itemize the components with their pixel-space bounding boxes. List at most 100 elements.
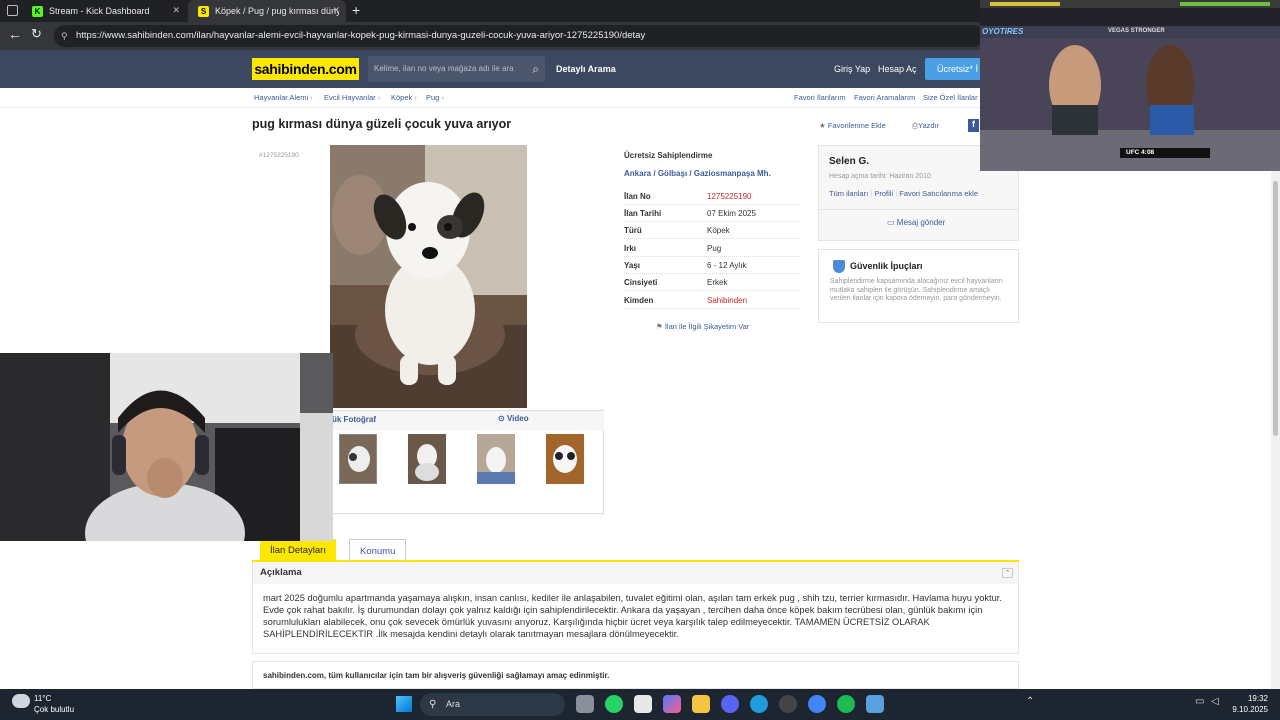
url-input[interactable]: ⚲ https://www.sahibinden.com/ilan/hayvan…	[54, 25, 984, 47]
description-section: Açıklama ⌃ mart 2025 doğumlu apartmanda …	[252, 562, 1019, 654]
flag-icon: ⚑	[656, 322, 663, 331]
detail-row-type: Türü Köpek	[624, 222, 799, 239]
clock-date[interactable]: 9.10.2025	[1226, 705, 1268, 714]
url-text: https://www.sahibinden.com/ilan/hayvanla…	[76, 30, 646, 41]
tab-label: Köpek / Pug / pug kırması dünya	[215, 6, 339, 16]
ad-id-tag: #1275225190	[259, 152, 299, 159]
detail-row-breed: Irkı Pug	[624, 240, 799, 257]
detail-row-age: Yaşı 6 - 12 Aylık	[624, 257, 799, 274]
stream-video-overlay: OYOTIRES VEGAS STRONGER UFC 4:08	[980, 0, 1280, 171]
location-city-link[interactable]: Ankara	[624, 169, 651, 178]
clock-time[interactable]: 19:32	[1234, 694, 1268, 703]
scrollbar-thumb[interactable]	[1273, 181, 1278, 436]
description-header: Açıklama	[253, 562, 1018, 584]
dog-photo-illustration	[330, 145, 527, 408]
taskbar-search[interactable]: ⚲ Ara	[420, 693, 565, 716]
location-neighborhood-link[interactable]: Gaziosmanpaşa Mh.	[694, 169, 771, 178]
discord-icon[interactable]	[721, 695, 739, 713]
facebook-share-icon[interactable]: f	[968, 119, 979, 132]
tab-location[interactable]: Konumu	[349, 539, 407, 562]
webcam-overlay	[0, 353, 333, 541]
personal-ads-link[interactable]: Size Özel İlanlar	[923, 93, 978, 102]
detail-row-gender: Cinsiyeti Erkek	[624, 274, 799, 291]
register-link[interactable]: Hesap Aç	[878, 50, 917, 88]
safety-tips-box: Güvenlik İpuçları Sahiplendirme kapsamın…	[818, 249, 1019, 323]
send-message-button[interactable]: ▭ Mesaj gönder	[887, 218, 945, 227]
fight-video-illustration	[980, 0, 1280, 171]
detail-row-from: Kimden Sahibinden	[624, 292, 799, 309]
search-icon[interactable]: ⌕	[532, 56, 539, 82]
tab-actions-icon[interactable]	[7, 5, 18, 16]
windows-start-icon[interactable]	[396, 696, 412, 712]
app-icon[interactable]	[634, 695, 652, 713]
windows-taskbar: 11°C Çok bulutlu ⚲ Ara ⌃ ▭ ◁ 19:32 9.10.…	[0, 689, 1280, 720]
search-input[interactable]: Kelime, ilan no veya mağaza adı ile ara …	[368, 56, 545, 82]
tab-sahibinden[interactable]: S Köpek / Pug / pug kırması dünya ✕	[188, 0, 346, 22]
back-icon[interactable]: ←	[8, 26, 22, 42]
safety-title: Güvenlik İpuçları	[850, 261, 923, 271]
breadcrumb-item[interactable]: Köpek ›	[391, 93, 417, 102]
tab-kick-dashboard[interactable]: K Stream - Kick Dashboard ✕	[22, 0, 186, 22]
breadcrumb-item[interactable]: Hayvanlar Alemi ›	[254, 93, 313, 102]
thumbnail[interactable]	[408, 434, 446, 484]
task-view-icon[interactable]	[576, 695, 594, 713]
detailed-search-link[interactable]: Detaylı Arama	[556, 50, 616, 88]
tab-label: Stream - Kick Dashboard	[49, 6, 150, 16]
thumbnail[interactable]	[477, 434, 515, 484]
fight-scorebug: UFC 4:08	[1126, 149, 1155, 156]
search-icon: ⚲	[429, 699, 437, 710]
safety-notice: sahibinden.com, tüm kullanıcılar için ta…	[252, 661, 1019, 689]
complaint-link[interactable]: ⚑ İlan ile İlgili Şikayetim Var	[656, 322, 749, 331]
site-info-icon[interactable]: ⚲	[61, 25, 68, 47]
chrome-icon[interactable]	[808, 695, 826, 713]
breadcrumb-item[interactable]: Evcil Hayvanlar ›	[324, 93, 380, 102]
spotify-icon[interactable]	[837, 695, 855, 713]
webcam-feed-illustration	[0, 353, 333, 541]
whatsapp-icon[interactable]	[605, 695, 623, 713]
seller-name[interactable]: Selen G.	[829, 156, 869, 167]
all-ads-link[interactable]: Tüm ilanları	[829, 189, 868, 198]
file-explorer-icon[interactable]	[692, 695, 710, 713]
favorite-searches-link[interactable]: Favori Aramalarım	[854, 93, 915, 102]
description-text: mart 2025 doğumlu apartmanda yaşamaya al…	[263, 593, 1002, 639]
location-district-link[interactable]: Gölbaşı	[658, 169, 687, 178]
listing-location: Ankara / Gölbaşı / Gaziosmanpaşa Mh.	[624, 169, 771, 178]
tab-listing-details[interactable]: İlan Detayları	[260, 539, 336, 562]
breadcrumb-item[interactable]: Pug ›	[426, 93, 444, 102]
collapse-icon[interactable]: ⌃	[1002, 568, 1013, 578]
add-favorite-seller-link[interactable]: Favori Satıcılarıma ekle	[899, 189, 978, 198]
app-icon[interactable]	[866, 695, 884, 713]
add-favorite-link[interactable]: ★ Favorilerime Ekle	[819, 121, 886, 130]
photo-tabs: ük Fotoğraf ⊙ Video	[330, 410, 604, 430]
copilot-icon[interactable]	[663, 695, 681, 713]
reload-icon[interactable]: ↻	[31, 26, 42, 42]
main-photo[interactable]	[330, 145, 527, 408]
close-tab-icon[interactable]: ✕	[332, 5, 340, 16]
site-logo[interactable]: sahibinden.com	[252, 58, 359, 80]
sahibinden-favicon-icon: S	[198, 5, 209, 17]
close-tab-icon[interactable]: ✕	[172, 5, 180, 16]
photo-tab[interactable]: ük Fotoğraf	[332, 415, 376, 424]
print-link[interactable]: ⎙Yazdır	[912, 121, 939, 131]
profile-link[interactable]: Profili	[874, 189, 893, 198]
page-title: pug kırması dünya güzeli çocuk yuva arıy…	[252, 117, 512, 131]
volume-icon[interactable]: ◁	[1211, 696, 1219, 707]
star-icon: ★	[819, 121, 826, 130]
network-icon[interactable]: ▭	[1195, 696, 1204, 707]
video-tab[interactable]: ⊙ Video	[498, 414, 529, 423]
new-tab-icon[interactable]: +	[352, 2, 360, 18]
kick-favicon-icon: K	[32, 5, 43, 17]
page-scrollbar[interactable]	[1271, 171, 1280, 689]
post-ad-button[interactable]: Ücretsiz* İ	[925, 58, 985, 80]
tray-overflow-icon[interactable]: ⌃	[1026, 696, 1034, 707]
thumbnail[interactable]	[546, 434, 584, 484]
listing-category: Ücretsiz Sahiplendirme	[624, 151, 713, 160]
weather-icon[interactable]	[12, 694, 30, 708]
weather-temp: 11°C	[34, 694, 52, 703]
edge-icon[interactable]	[750, 695, 768, 713]
obs-icon[interactable]	[779, 695, 797, 713]
login-link[interactable]: Giriş Yap	[834, 50, 870, 88]
thumbnail[interactable]	[339, 434, 377, 484]
favorite-ads-link[interactable]: Favori İlanlarım	[794, 93, 846, 102]
safety-text: Sahiplendirme kapsamında alacağınız evci…	[830, 278, 1003, 302]
